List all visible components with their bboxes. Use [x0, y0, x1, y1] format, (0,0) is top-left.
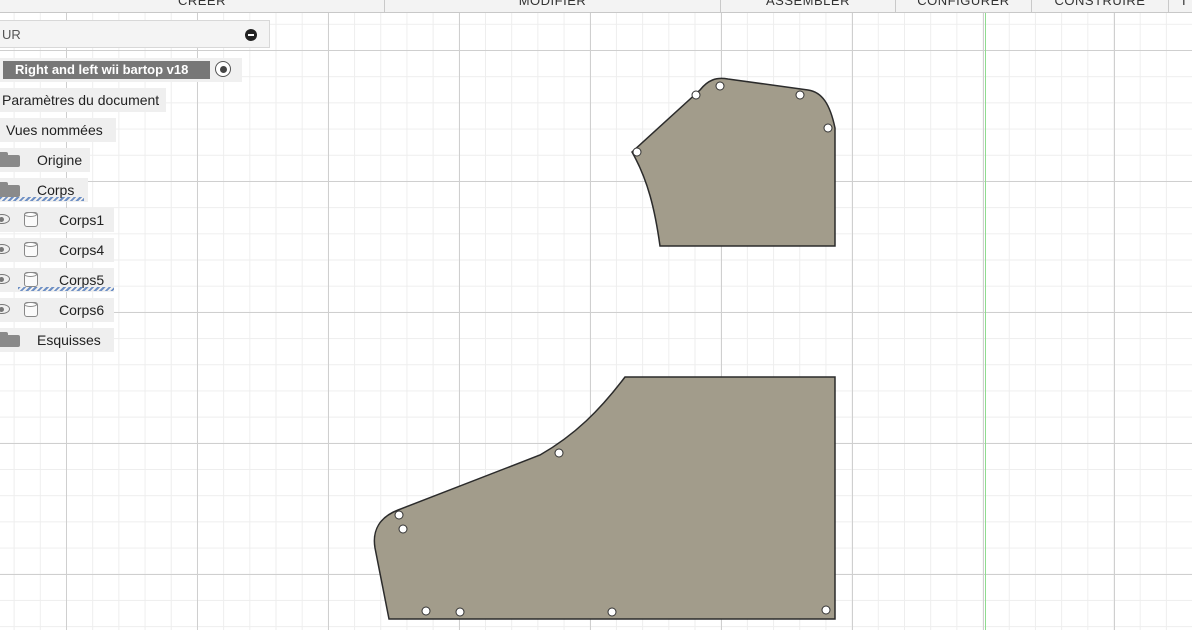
node-origin[interactable]: Origine [0, 148, 90, 172]
minus-circle-icon[interactable] [245, 29, 257, 41]
body-icon [24, 242, 38, 257]
body-icon [24, 212, 38, 227]
hole [823, 123, 833, 133]
hole [455, 607, 465, 617]
upper-side-panel[interactable] [631, 77, 836, 247]
warning-underline [0, 197, 84, 201]
node-named-views[interactable]: Vues nommées [0, 118, 116, 142]
node-label: Corps [37, 182, 75, 198]
tab-construire[interactable]: CONSTRUIRE [1032, 0, 1169, 12]
lower-side-panel[interactable] [373, 376, 836, 620]
body-icon [24, 302, 38, 317]
tab-more[interactable]: I [1169, 0, 1192, 12]
node-label: Vues nommées [6, 122, 103, 138]
browser-title: UR [2, 27, 21, 42]
hole [394, 510, 404, 520]
tab-creer[interactable]: CRÉER [20, 0, 385, 12]
hole [607, 607, 617, 617]
node-label: Corps5 [59, 272, 105, 288]
node-body-corps1[interactable]: Corps1 [0, 208, 114, 232]
node-label: Paramètres du document [2, 92, 160, 108]
browser-header: UR [0, 20, 270, 48]
root-component-name[interactable]: Right and left wii bartop v18 [3, 61, 210, 79]
hole [715, 81, 725, 91]
node-label: Origine [37, 152, 83, 168]
folder-icon [0, 332, 20, 347]
eye-icon[interactable] [0, 304, 10, 314]
hole [632, 147, 642, 157]
tab-assembler[interactable]: ASSEMBLER [721, 0, 896, 12]
hole [398, 524, 408, 534]
eye-icon[interactable] [0, 274, 10, 284]
eye-icon[interactable] [0, 244, 10, 254]
hole [691, 90, 701, 100]
ribbon-toolbar: CRÉER MODIFIER ASSEMBLER CONFIGURER CONS… [0, 0, 1192, 13]
node-body-corps6[interactable]: Corps6 [0, 298, 114, 322]
root-background: Right and left wii bartop v18 [0, 58, 242, 82]
body-icon [24, 272, 38, 287]
hole [821, 605, 831, 615]
node-label: Corps4 [59, 242, 105, 258]
node-label: Corps6 [59, 302, 105, 318]
folder-icon [0, 152, 20, 167]
tab-modifier[interactable]: MODIFIER [385, 0, 721, 12]
folder-icon [0, 182, 20, 197]
radio-active-icon[interactable] [215, 61, 231, 77]
node-sketches[interactable]: Esquisses [0, 328, 114, 352]
hole [554, 448, 564, 458]
eye-icon[interactable] [0, 214, 10, 224]
hole [421, 606, 431, 616]
tab-configurer[interactable]: CONFIGURER [896, 0, 1032, 12]
node-document-settings[interactable]: Paramètres du document [0, 88, 166, 112]
hole [795, 90, 805, 100]
node-label: Esquisses [37, 332, 101, 348]
sketch-shapes [373, 77, 836, 620]
node-label: Corps1 [59, 212, 105, 228]
node-body-corps4[interactable]: Corps4 [0, 238, 114, 262]
warning-underline [18, 287, 114, 291]
